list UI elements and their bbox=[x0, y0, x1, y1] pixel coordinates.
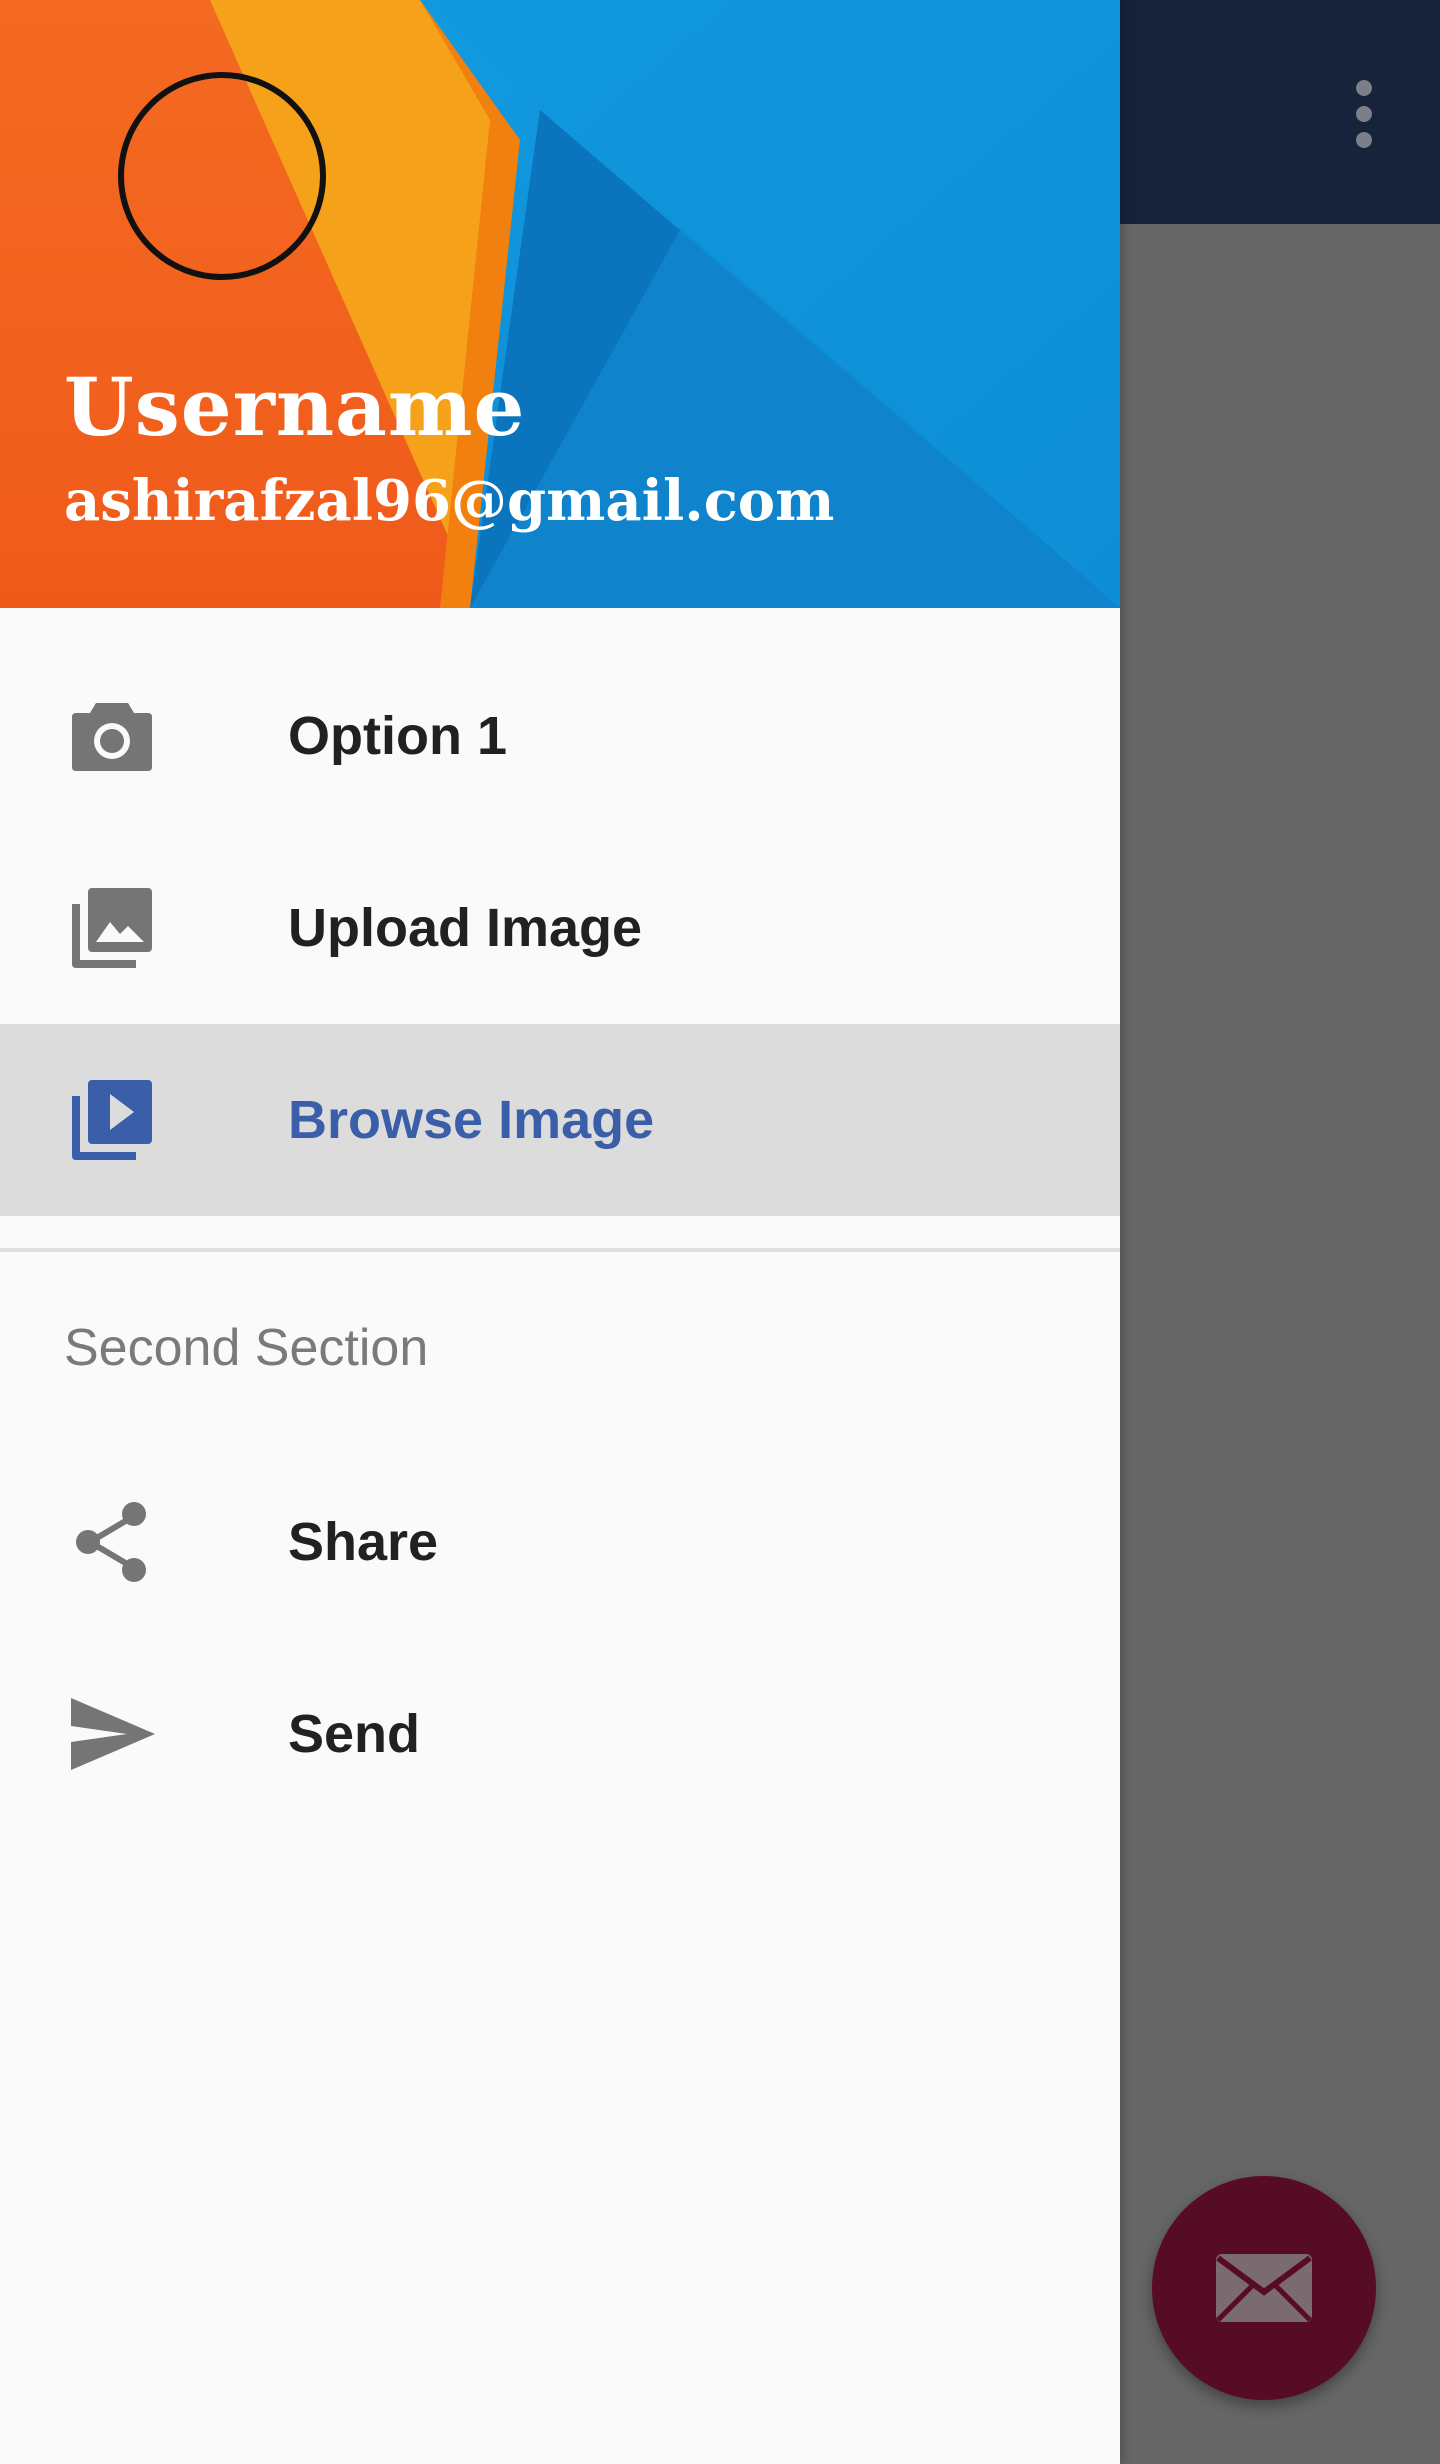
menu-item-label: Browse Image bbox=[288, 1090, 655, 1150]
email-fab-button[interactable] bbox=[1152, 2176, 1376, 2400]
video-library-icon bbox=[64, 1072, 160, 1168]
menu-item-upload-image[interactable]: Upload Image bbox=[0, 832, 1120, 1024]
menu-item-label: Option 1 bbox=[288, 706, 507, 766]
section-divider bbox=[0, 1248, 1120, 1252]
dot bbox=[1356, 80, 1372, 96]
drawer-header: Username ashirafzal96@gmail.com bbox=[0, 0, 1120, 608]
menu-item-label: Send bbox=[288, 1704, 421, 1764]
send-icon bbox=[64, 1686, 160, 1782]
mail-icon bbox=[1216, 2254, 1312, 2322]
navigation-drawer: Username ashirafzal96@gmail.com Option 1… bbox=[0, 0, 1120, 2464]
dot bbox=[1356, 106, 1372, 122]
photo-library-icon bbox=[64, 880, 160, 976]
dot bbox=[1356, 132, 1372, 148]
more-options-icon[interactable] bbox=[1344, 74, 1384, 154]
header-email: ashirafzal96@gmail.com bbox=[64, 468, 835, 534]
section-title: Second Section bbox=[64, 1319, 429, 1377]
menu-item-option-1[interactable]: Option 1 bbox=[0, 640, 1120, 832]
menu-item-browse-image[interactable]: Browse Image bbox=[0, 1024, 1120, 1216]
menu-item-share[interactable]: Share bbox=[0, 1446, 1120, 1638]
header-username: Username bbox=[64, 360, 526, 454]
menu-item-label: Upload Image bbox=[288, 898, 643, 958]
share-icon bbox=[64, 1494, 160, 1590]
menu-item-label: Share bbox=[288, 1512, 439, 1572]
camera-icon bbox=[64, 688, 160, 784]
menu-item-send[interactable]: Send bbox=[0, 1638, 1120, 1830]
avatar[interactable] bbox=[118, 72, 326, 280]
